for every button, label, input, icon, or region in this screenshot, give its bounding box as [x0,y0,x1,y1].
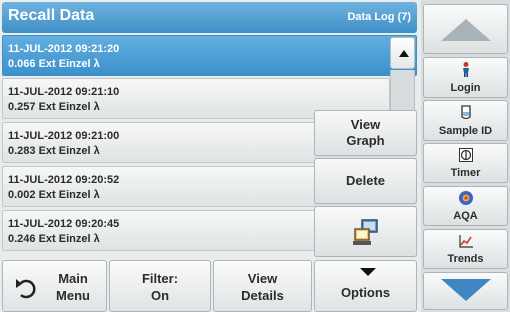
triangle-up-icon [441,19,491,41]
usb-export-button[interactable] [314,206,417,257]
options-popup-menu: View Graph Delete [314,110,417,257]
caret-down-icon [360,268,376,276]
view-details-button[interactable]: View Details [213,260,312,312]
scrollbar-track[interactable] [390,70,415,110]
record-datetime: 11-JUL-2012 09:21:20 [8,43,120,55]
login-button[interactable]: Login [423,57,508,98]
list-item[interactable]: 11-JUL-2012 09:21:20 0.066 Ext Einzel λ [2,35,417,76]
login-label: Login [450,82,481,94]
sample-id-label: Sample ID [438,125,493,137]
title-bar: Recall Data Data Log (7) [2,2,417,33]
page-title: Recall Data [8,7,95,24]
record-datetime: 11-JUL-2012 09:20:52 [8,174,120,186]
record-reading: 0.066 Ext Einzel λ [8,58,100,70]
timer-label: Timer [450,167,481,179]
aqa-button[interactable]: AQA [423,186,508,226]
view-graph-button[interactable]: View Graph [314,110,417,156]
view-graph-label-line2: Graph [346,133,385,148]
delete-button[interactable]: Delete [314,158,417,204]
scroll-up-button[interactable] [390,37,415,69]
filter-button[interactable]: Filter: On [109,260,211,312]
scroll-up-large-button[interactable] [423,4,508,54]
filter-state: On [150,288,170,303]
record-datetime: 11-JUL-2012 09:21:00 [8,130,120,142]
aqa-icon [459,191,473,205]
triangle-down-icon [441,279,491,301]
delete-label: Delete [345,173,386,188]
filter-label: Filter: [141,271,179,286]
right-sidebar: Login Sample ID Timer AQA Trends [421,0,510,312]
scroll-down-large-button[interactable] [423,272,508,310]
computer-transfer-icon [353,219,378,245]
record-reading: 0.257 Ext Einzel λ [8,101,100,113]
recall-data-screen: Recall Data Data Log (7) 11-JUL-2012 09:… [0,0,510,312]
data-log-count: Data Log (7) [347,11,411,23]
bottom-toolbar: Main Menu Filter: On View Details Option… [0,260,417,312]
view-details-label-line1: View [247,271,278,286]
sample-vial-icon [461,105,471,120]
record-reading: 0.002 Ext Einzel λ [8,189,100,201]
timer-icon [459,148,473,162]
arrow-up-icon [399,50,409,57]
back-arrow-icon [16,279,36,299]
options-button[interactable]: Options [314,260,417,312]
view-details-label-line2: Details [241,288,284,303]
trends-button[interactable]: Trends [423,229,508,269]
trend-chart-icon [459,235,473,248]
timer-button[interactable]: Timer [423,143,508,183]
person-icon [463,62,469,77]
trends-label: Trends [447,253,484,265]
record-reading: 0.246 Ext Einzel λ [8,233,100,245]
view-graph-label-line1: View [350,117,381,132]
record-datetime: 11-JUL-2012 09:21:10 [8,86,120,98]
sample-id-button[interactable]: Sample ID [423,100,508,141]
options-label: Options [340,285,391,300]
record-reading: 0.283 Ext Einzel λ [8,145,100,157]
main-menu-button[interactable]: Main Menu [2,260,107,312]
record-datetime: 11-JUL-2012 09:20:45 [8,218,120,230]
aqa-label: AQA [453,210,478,222]
main-menu-label-line2: Menu [56,288,90,303]
main-menu-label-line1: Main [58,271,88,286]
